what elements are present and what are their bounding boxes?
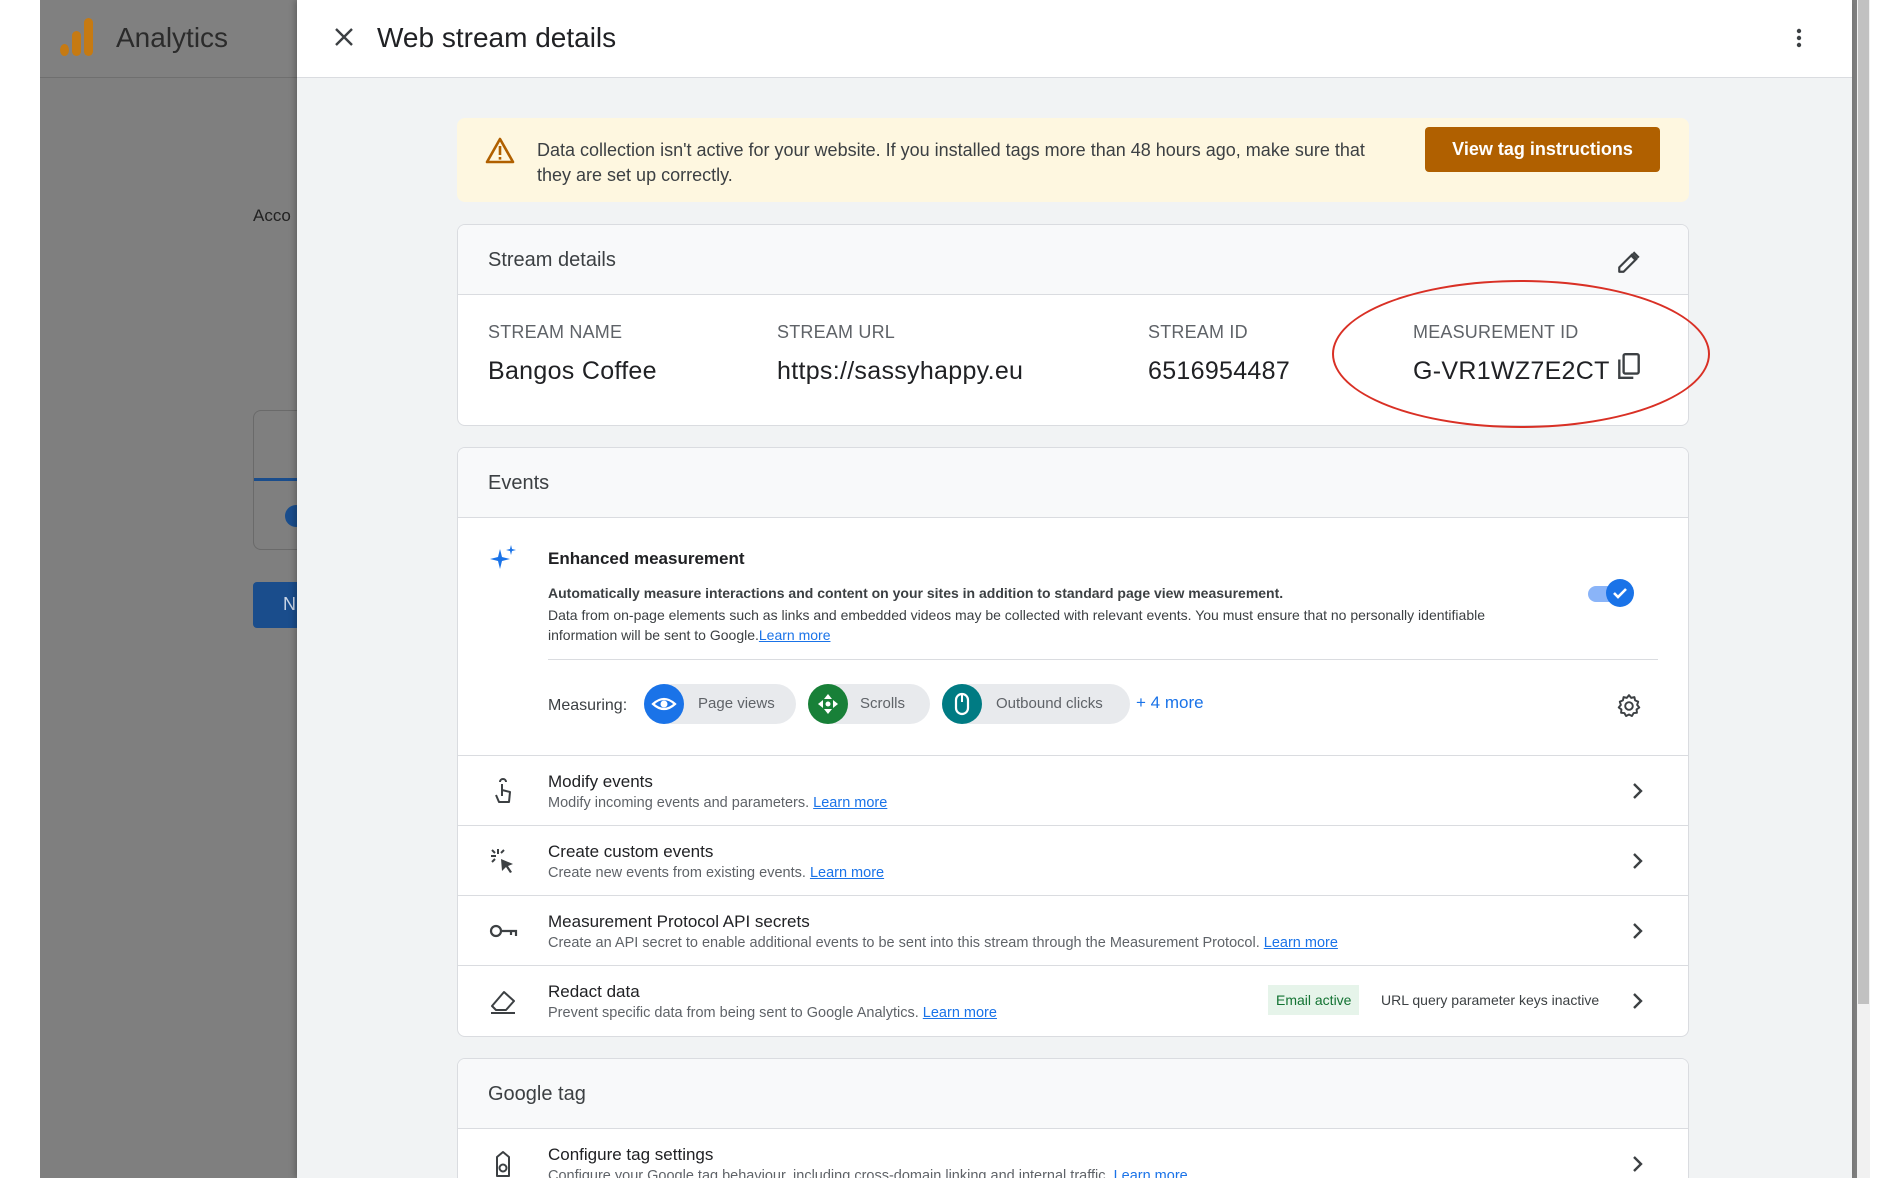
data-collection-warning-banner: Data collection isn't active for your we… bbox=[457, 118, 1689, 202]
measurement-protocol-description-text: Create an API secret to enable additiona… bbox=[548, 935, 1260, 951]
close-icon[interactable] bbox=[332, 25, 356, 49]
tag-icon bbox=[496, 1151, 510, 1177]
chevron-right-icon bbox=[1633, 853, 1643, 869]
redact-data-title: Redact data bbox=[548, 982, 640, 1001]
measurement-protocol-title: Measurement Protocol API secrets bbox=[548, 912, 810, 931]
chip-scrolls[interactable]: Scrolls bbox=[808, 684, 930, 724]
stream-details-title: Stream details bbox=[488, 249, 616, 271]
app-title: Analytics bbox=[116, 22, 229, 53]
key-icon bbox=[489, 924, 518, 938]
redact-data-description-text: Prevent specific data from being sent to… bbox=[548, 1005, 919, 1021]
stream-id-column: STREAM ID 6516954487 bbox=[1148, 322, 1290, 386]
window-right-margin bbox=[1870, 0, 1900, 1178]
measurement-protocol-learn-more-link[interactable]: Learn more bbox=[1264, 935, 1338, 951]
stream-name-value: Bangos Coffee bbox=[488, 357, 657, 385]
chevron-right-icon bbox=[1633, 993, 1643, 1009]
measurement-protocol-row[interactable]: Measurement Protocol API secrets Create … bbox=[458, 895, 1688, 965]
touch-icon bbox=[495, 778, 511, 803]
sparkle-icon bbox=[490, 545, 516, 569]
events-title: Events bbox=[488, 472, 550, 494]
configure-tag-settings-row[interactable]: Configure tag settings Configure your Go… bbox=[458, 1129, 1688, 1178]
check-icon bbox=[1606, 579, 1634, 607]
divider bbox=[548, 659, 1658, 660]
gear-icon[interactable] bbox=[1616, 693, 1642, 719]
chip-outbound-clicks-label: Outbound clicks bbox=[996, 695, 1103, 712]
configure-tag-settings-title: Configure tag settings bbox=[548, 1145, 714, 1164]
google-tag-title: Google tag bbox=[488, 1083, 586, 1105]
chip-page-views[interactable]: Page views bbox=[644, 684, 796, 724]
enhanced-measurement-summary: Automatically measure interactions and c… bbox=[548, 585, 1284, 601]
create-custom-events-row[interactable]: Create custom events Create new events f… bbox=[458, 825, 1688, 895]
modify-events-description-text: Modify incoming events and parameters. bbox=[548, 795, 810, 811]
events-header: Events bbox=[458, 448, 1688, 518]
stream-url-value: https://sassyhappy.eu bbox=[777, 357, 1024, 385]
measurement-protocol-description: Create an API secret to enable additiona… bbox=[548, 935, 1338, 951]
stream-name-label: STREAM NAME bbox=[488, 322, 623, 342]
measurement-id-annotation-circle bbox=[1332, 280, 1710, 428]
redact-data-row[interactable]: Redact data Prevent specific data from b… bbox=[458, 965, 1688, 1035]
modify-events-row[interactable]: Modify events Modify incoming events and… bbox=[458, 755, 1688, 825]
eraser-icon bbox=[491, 991, 515, 1014]
chevron-right-icon bbox=[1633, 923, 1643, 939]
chip-outbound-clicks[interactable]: Outbound clicks bbox=[942, 684, 1130, 724]
enhanced-measurement-title: Enhanced measurement bbox=[548, 549, 745, 568]
create-custom-events-title: Create custom events bbox=[548, 842, 714, 861]
eye-icon bbox=[644, 684, 684, 724]
modify-events-description: Modify incoming events and parameters. L… bbox=[548, 795, 887, 811]
scrollbar-thumb[interactable] bbox=[1858, 0, 1869, 1004]
window-left-margin bbox=[0, 0, 40, 1178]
more-vert-icon[interactable] bbox=[1787, 26, 1811, 50]
sparkle-cursor-icon bbox=[491, 849, 513, 873]
redact-data-learn-more-link[interactable]: Learn more bbox=[923, 1005, 997, 1021]
configure-tag-settings-description: Configure your Google tag behaviour, inc… bbox=[548, 1168, 1188, 1178]
configure-tag-settings-description-text: Configure your Google tag behaviour, inc… bbox=[548, 1168, 1110, 1178]
scroll-icon bbox=[808, 684, 848, 724]
create-custom-events-learn-more-link[interactable]: Learn more bbox=[810, 865, 884, 881]
web-stream-details-panel: Web stream details Data collection isn't… bbox=[297, 0, 1852, 1178]
enhanced-measurement-learn-more-link[interactable]: Learn more bbox=[759, 627, 831, 643]
modify-events-learn-more-link[interactable]: Learn more bbox=[813, 795, 887, 811]
redact-data-description: Prevent specific data from being sent to… bbox=[548, 1005, 997, 1021]
warning-icon bbox=[485, 137, 515, 164]
google-tag-header: Google tag bbox=[458, 1059, 1688, 1129]
enhanced-measurement-description-text: Data from on-page elements such as links… bbox=[548, 607, 1485, 643]
view-tag-instructions-button[interactable]: View tag instructions bbox=[1425, 127, 1660, 172]
email-active-badge: Email active bbox=[1268, 985, 1360, 1015]
google-tag-card: Google tag Configure tag settings Config… bbox=[457, 1058, 1689, 1178]
create-custom-events-description-text: Create new events from existing events. bbox=[548, 865, 806, 881]
configure-tag-settings-learn-more-link[interactable]: Learn more bbox=[1114, 1168, 1188, 1178]
chevron-right-icon bbox=[1633, 783, 1643, 799]
mouse-icon bbox=[942, 684, 982, 724]
account-label: Acco bbox=[253, 206, 291, 225]
measuring-label: Measuring: bbox=[548, 697, 628, 714]
events-card: Events Enhanced measurement Automaticall… bbox=[457, 447, 1689, 1037]
stream-url-label: STREAM URL bbox=[777, 322, 896, 342]
banner-message: Data collection isn't active for your we… bbox=[537, 140, 1365, 185]
edit-icon[interactable] bbox=[1616, 249, 1642, 275]
enhanced-measurement-toggle[interactable] bbox=[1588, 579, 1634, 607]
stream-url-column: STREAM URL https://sassyhappy.eu bbox=[777, 322, 1023, 386]
analytics-logo-icon bbox=[60, 18, 94, 56]
stream-id-label: STREAM ID bbox=[1148, 322, 1248, 342]
stream-name-column: STREAM NAME Bangos Coffee bbox=[488, 322, 657, 386]
create-custom-events-description: Create new events from existing events. … bbox=[548, 865, 884, 881]
panel-header: Web stream details bbox=[297, 0, 1852, 78]
enhanced-measurement-description: Data from on-page elements such as links… bbox=[548, 605, 1548, 645]
modify-events-title: Modify events bbox=[548, 772, 653, 791]
more-measurements-link[interactable]: + 4 more bbox=[1136, 693, 1204, 713]
chip-scrolls-label: Scrolls bbox=[860, 695, 906, 712]
chevron-right-icon bbox=[1633, 1156, 1643, 1172]
panel-title: Web stream details bbox=[377, 22, 617, 53]
chip-page-views-label: Page views bbox=[698, 695, 775, 712]
url-query-inactive-badge: URL query parameter keys inactive bbox=[1381, 992, 1600, 1008]
stream-id-value: 6516954487 bbox=[1148, 357, 1291, 385]
